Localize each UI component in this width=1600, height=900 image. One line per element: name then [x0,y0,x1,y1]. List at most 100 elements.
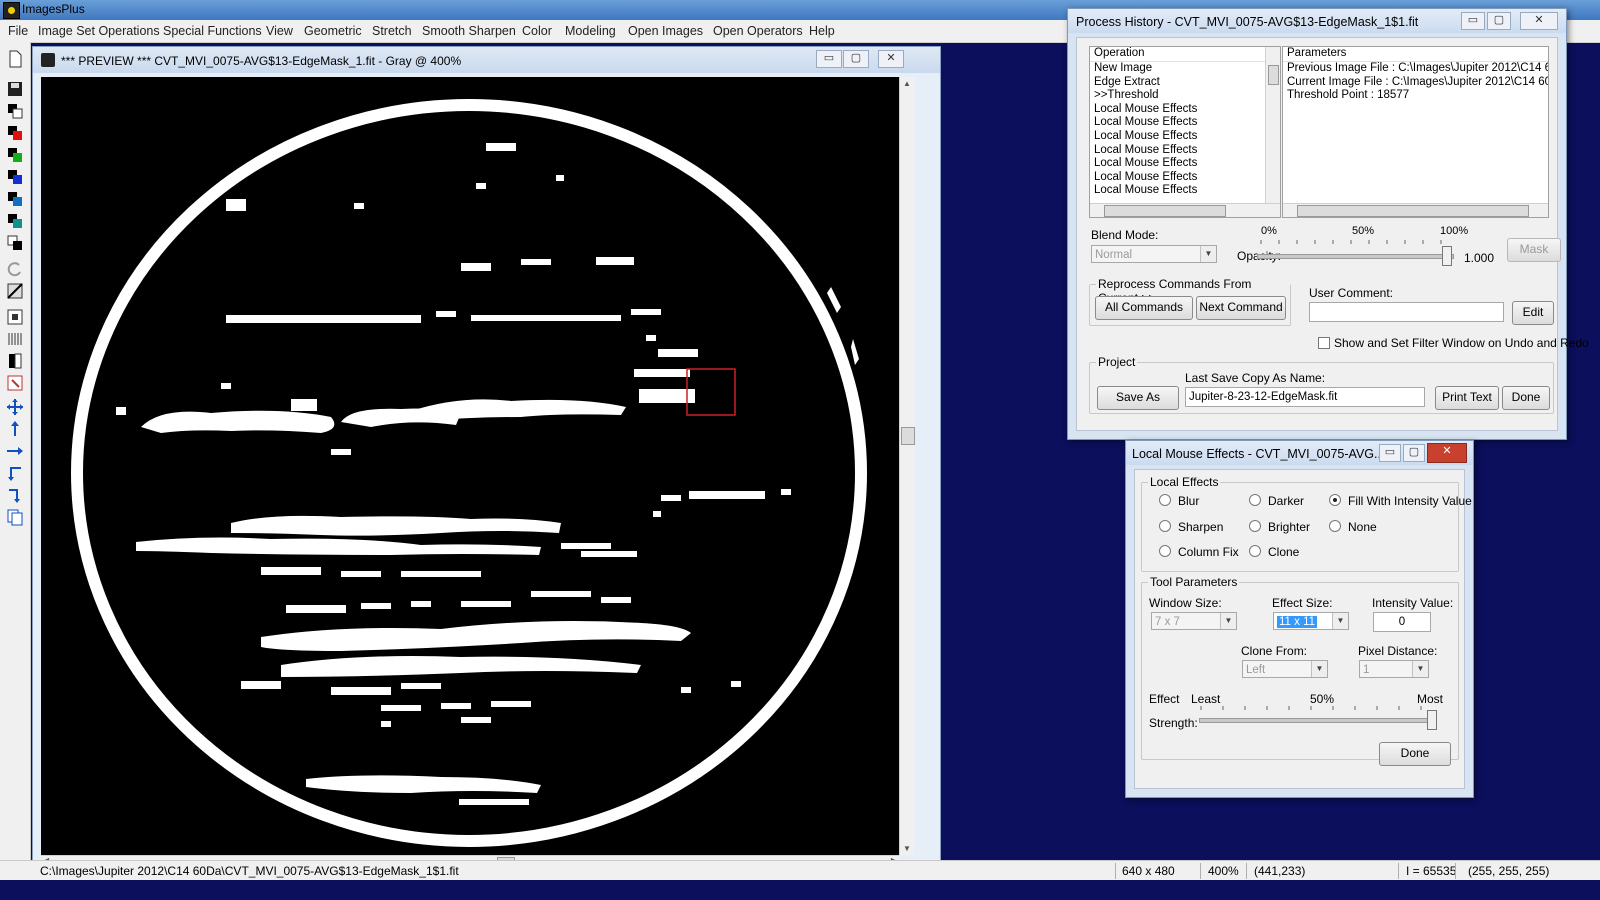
effect-brighter-radio[interactable] [1249,520,1261,532]
minimize-button[interactable]: ▭ [816,50,842,68]
show-filter-checkbox[interactable] [1318,337,1330,349]
effect-size-select[interactable]: 11 x 11 ▼ [1273,612,1349,630]
list-item[interactable]: Local Mouse Effects [1090,116,1280,130]
redo-arrow-icon[interactable] [6,486,24,504]
list-item[interactable]: Local Mouse Effects [1090,144,1280,158]
copy-icon[interactable] [6,508,24,526]
menu-help[interactable]: Help [809,24,835,38]
local-effects-done-button[interactable]: Done [1379,742,1451,766]
menu-smooth-sharpen[interactable]: Smooth Sharpen [422,24,516,38]
operations-hscroll-thumb[interactable] [1104,205,1226,217]
list-item[interactable]: Local Mouse Effects [1090,130,1280,144]
new-file-icon[interactable] [6,50,24,68]
chevron-down-icon: ▼ [1332,613,1348,629]
mask-button[interactable]: Mask [1507,238,1561,262]
rotate-icon[interactable] [6,260,24,278]
blend-mode-select[interactable]: Normal ▼ [1091,245,1217,263]
effect-column-fix-radio[interactable] [1159,545,1171,557]
menu-view[interactable]: View [266,24,293,38]
parameters-list[interactable]: Parameters Previous Image File : C:\Imag… [1282,46,1549,218]
red-channel-icon[interactable] [6,124,24,142]
clone-from-select[interactable]: Left ▼ [1242,660,1328,678]
le-close-button[interactable]: ✕ [1427,443,1467,463]
opacity-slider-thumb[interactable] [1442,246,1452,266]
opacity-slider[interactable] [1257,254,1454,259]
crop-icon[interactable] [6,308,24,326]
image-canvas[interactable] [41,77,899,855]
user-comment-input[interactable] [1309,302,1504,322]
menu-color[interactable]: Color [522,24,552,38]
menu-stretch[interactable]: Stretch [372,24,412,38]
operations-vscroll-thumb[interactable] [1268,65,1279,85]
list-item[interactable]: New Image [1090,62,1280,76]
menu-modeling[interactable]: Modeling [565,24,616,38]
list-item[interactable]: Local Mouse Effects [1090,171,1280,185]
menu-open-images[interactable]: Open Images [628,24,703,38]
operations-hscroll[interactable] [1090,203,1280,217]
menu-special-functions[interactable]: Special Functions [163,24,262,38]
levels-icon[interactable] [6,352,24,370]
save-as-button[interactable]: Save As [1097,386,1179,410]
status-dimensions: 640 x 480 [1122,864,1175,878]
blue-channel-icon[interactable] [6,168,24,186]
process-history-dialog: Process History - CVT_MVI_0075-AVG$13-Ed… [1067,8,1589,440]
invert-icon[interactable] [6,234,24,252]
menu-open-operators[interactable]: Open Operators [713,24,803,38]
arrow-right-icon[interactable] [6,442,24,460]
last-save-input[interactable]: Jupiter-8-23-12-EdgeMask.fit [1185,387,1425,407]
chevron-down-icon: ▼ [1200,246,1216,262]
list-item[interactable]: Local Mouse Effects [1090,157,1280,171]
effect-none-radio[interactable] [1329,520,1341,532]
operations-list[interactable]: Operation New Image Edge Extract >>Thres… [1089,46,1281,218]
list-item[interactable]: Local Mouse Effects [1090,184,1280,198]
operations-vscroll[interactable] [1265,47,1280,203]
status-file-path: C:\Images\Jupiter 2012\C14 60Da\CVT_MVI_… [40,864,459,878]
effect-darker-radio[interactable] [1249,494,1261,506]
done-button[interactable]: Done [1502,386,1550,410]
selection-tool-icon[interactable] [6,374,24,392]
close-button[interactable]: ✕ [878,50,904,68]
menu-file[interactable]: File [8,24,28,38]
next-command-button[interactable]: Next Command [1196,296,1286,320]
green-channel-icon[interactable] [6,146,24,164]
teal-channel-icon[interactable] [6,212,24,230]
ph-minimize-button[interactable]: ▭ [1461,12,1485,30]
list-item[interactable]: Local Mouse Effects [1090,103,1280,117]
intensity-value-input[interactable]: 0 [1373,612,1431,632]
save-icon[interactable] [6,80,24,98]
effect-blur-radio[interactable] [1159,494,1171,506]
cyan-channel-icon[interactable] [6,190,24,208]
blend-mode-label: Blend Mode: [1091,228,1159,242]
print-text-button[interactable]: Print Text [1435,386,1499,410]
ph-close-button[interactable]: ✕ [1520,12,1558,30]
vertical-scrollbar[interactable]: ▲ ▼ [899,77,915,855]
scroll-up-icon[interactable]: ▲ [901,79,913,88]
parameters-hscroll[interactable] [1283,203,1548,217]
edit-button[interactable]: Edit [1512,301,1554,325]
effect-sharpen-radio[interactable] [1159,520,1171,532]
gradient-icon[interactable] [6,282,24,300]
list-item[interactable]: Edge Extract [1090,76,1280,90]
menu-image-set-operations[interactable]: Image Set Operations [38,24,160,38]
list-item[interactable]: >>Threshold [1090,89,1280,103]
all-commands-button[interactable]: All Commands [1095,296,1193,320]
pixel-distance-select[interactable]: 1 ▼ [1359,660,1429,678]
scroll-down-icon[interactable]: ▼ [901,844,913,853]
parameters-hscroll-thumb[interactable] [1297,205,1529,217]
window-size-select[interactable]: 7 x 7 ▼ [1151,612,1237,630]
le-minimize-button[interactable]: ▭ [1379,444,1401,462]
maximize-button[interactable]: ▢ [843,50,869,68]
le-maximize-button[interactable]: ▢ [1403,444,1425,462]
arrow-up-icon[interactable] [6,420,24,438]
vertical-scroll-thumb[interactable] [901,427,915,445]
effect-fill-intensity-radio[interactable] [1329,494,1341,506]
menu-geometric[interactable]: Geometric [304,24,362,38]
columns-icon[interactable] [6,330,24,348]
strength-slider-thumb[interactable] [1427,710,1437,730]
ph-maximize-button[interactable]: ▢ [1487,12,1511,30]
undo-arrow-icon[interactable] [6,464,24,482]
strength-slider[interactable] [1199,718,1433,723]
move-arrows-icon[interactable] [6,398,24,416]
effect-clone-radio[interactable] [1249,545,1261,557]
black-white-swatch-icon[interactable] [6,102,24,120]
